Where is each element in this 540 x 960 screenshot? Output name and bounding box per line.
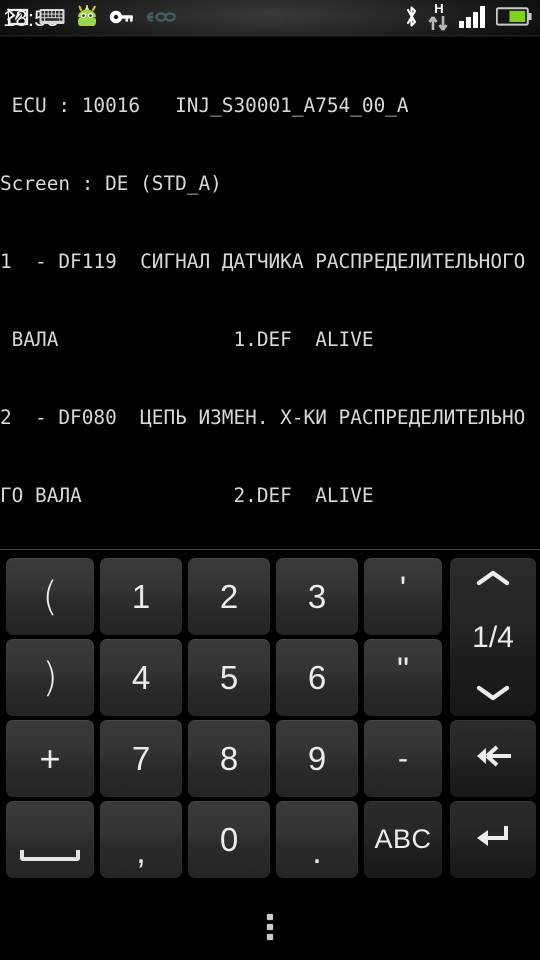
key-0[interactable]: 0 [188,801,270,878]
android-mascot-icon [74,4,100,34]
power-saver-leaf-icon [6,6,30,33]
keyboard-row-3: + 7 8 9 - [0,720,540,801]
terminal-line-fault-1: 1 - DF119 СИГНАЛ ДАТЧИКА РАСПРЕДЕЛИТЕЛЬН… [0,250,526,273]
key-5[interactable]: 5 [188,639,270,716]
key-6[interactable]: 6 [276,639,358,716]
status-bar-left-icons [6,0,176,38]
nav-overflow-menu-button[interactable] [248,905,292,949]
three-dots-vertical-icon-dot-3 [267,934,273,940]
backspace-arrow-icon [473,740,513,778]
enter-arrow-icon [472,821,514,859]
battery-icon [495,7,532,31]
keyboard-icon [39,8,65,30]
hspa-data-icon: H [426,1,452,37]
numeric-keyboard[interactable]: ( 1 2 3 ' ) 4 5 6 " + 7 8 9 - , 0 . ABC … [0,549,540,894]
svg-text:H: H [434,2,443,16]
key-minus[interactable]: - [364,720,442,797]
key-comma[interactable]: , [100,801,182,878]
status-bar[interactable]: H 18:55 [0,0,540,38]
key-enter[interactable] [450,801,536,878]
key-plus[interactable]: + [6,720,94,797]
key-backspace[interactable] [450,720,536,797]
three-dots-vertical-icon-dot-2 [267,924,273,930]
space-bar-glyph [20,850,80,861]
key-1[interactable]: 1 [100,558,182,635]
terminal-output-area[interactable]: ECU : 10016 INJ_S30001_A754_00_A Screen … [0,38,540,549]
page-indicator-label: 1/4 [472,621,514,654]
eco-mode-icon [144,9,176,30]
key-3[interactable]: 3 [276,558,358,635]
terminal-line-fault-1-cont: ВАЛА 1.DEF ALIVE [0,328,374,351]
three-dots-vertical-icon-dot-1 [267,914,273,920]
key-space[interactable] [6,801,94,878]
key-icon [109,9,135,30]
terminal-line-screen: Screen : DE (STD_A) [0,172,222,195]
key-page-selector[interactable]: 1/4 [450,558,536,716]
terminal-line-fault-2-cont: ГО ВАЛА 2.DEF ALIVE [0,484,374,507]
key-close-paren[interactable]: ) [6,639,94,716]
key-2[interactable]: 2 [188,558,270,635]
key-apostrophe[interactable]: ' [364,558,442,635]
key-period[interactable]: . [276,801,358,878]
phone-screen: H 18:55 ECU: 10016 INJ_S30001_A754_00_A… [0,0,540,960]
key-abc-switch[interactable]: ABC [364,801,442,878]
system-navigation-bar [0,894,540,960]
keyboard-row-4: , 0 . ABC [0,801,540,882]
key-7[interactable]: 7 [100,720,182,797]
key-8[interactable]: 8 [188,720,270,797]
status-bar-right-icons: H [404,0,532,38]
bluetooth-icon [404,4,419,34]
signal-bars-icon [459,5,489,33]
terminal-line-fault-2: 2 - DF080 ЦЕПЬ ИЗМЕН. Х-КИ РАСПРЕДЕЛИТЕЛ… [0,406,526,429]
key-open-paren[interactable]: ( [6,558,94,635]
terminal-text: ECU : 10016 INJ_S30001_A754_00_A Screen … [0,41,540,549]
key-4[interactable]: 4 [100,639,182,716]
key-9[interactable]: 9 [276,720,358,797]
chevron-down-icon[interactable] [474,683,512,708]
key-double-quote[interactable]: " [364,639,442,716]
chevron-up-icon[interactable] [474,568,512,593]
terminal-line-ecu: ECU : 10016 INJ_S30001_A754_00_A [0,94,409,117]
